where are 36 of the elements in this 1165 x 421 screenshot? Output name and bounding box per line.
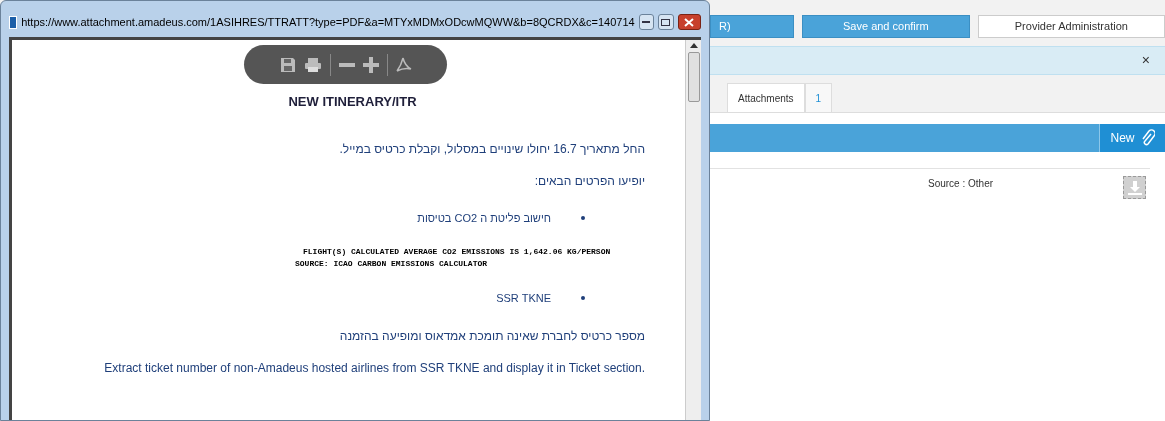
maximize-button[interactable] (658, 14, 674, 30)
window-title: https://www.attachment.amadeus.com/1ASIHRES/TTRATT?type=PDF&a=MTYxMDMxODcwMQWW&b=8QCRDX&c=140714 (21, 14, 635, 30)
bullet-item: SSR TKNE (496, 291, 551, 306)
bullet-item: חישוב פליטת ה CO2 בטיסות (417, 210, 551, 226)
document-paragraph: יופיעו הפרטים הבאים: (534, 173, 645, 188)
tab[interactable]: Attachments (727, 83, 805, 112)
paperclip-icon (1140, 129, 1155, 147)
scrollbar[interactable] (685, 40, 701, 420)
close-button[interactable] (677, 14, 701, 30)
close-icon (684, 17, 695, 27)
document-paragraph: Extract ticket number of non-Amadeus hosted airlines from SSR TKNE and display it in Ticket section. (104, 359, 645, 377)
emissions-line: FLIGHT(S) CALCULATED AVERAGE CO2 EMISSIONS IS 1,642.06 KG/PERSON (303, 247, 611, 256)
zoom-in-icon[interactable] (362, 56, 379, 73)
minimize-button[interactable] (638, 14, 655, 30)
toolbar-button[interactable]: Save and confirm (801, 15, 970, 38)
new-button[interactable]: New (1099, 124, 1165, 152)
browser-icon (9, 15, 18, 29)
close-button[interactable]: × (1141, 50, 1150, 71)
toolbar-button[interactable]: R) (710, 15, 794, 38)
minimize-icon (642, 21, 651, 23)
document-title: NEW ITINERARY/ITR (288, 93, 417, 111)
save-icon[interactable] (279, 56, 296, 73)
download-button[interactable] (1123, 176, 1147, 199)
bullet-icon (581, 215, 585, 220)
tab[interactable]: 1 (804, 83, 833, 112)
bullet-icon (581, 296, 585, 301)
zoom-out-icon[interactable] (338, 62, 355, 67)
document-paragraph: מספר כרטיס לחברת שאינה תומכת אמדאוס ומופיעה בהזמנה (339, 328, 645, 343)
maximize-icon (661, 18, 671, 26)
scroll-thumb[interactable] (687, 52, 700, 102)
download-icon (1127, 180, 1142, 195)
toolbar-button[interactable]: Provider Administration (977, 15, 1165, 38)
print-icon[interactable] (303, 56, 322, 73)
document-paragraph: החל מתאריך 16.7 יחולו שינויים במסלול, וקבלת כרטיס במייל. (339, 141, 645, 156)
emissions-line: SOURCE: ICAO CARBON EMISSIONS CALCULATOR (295, 259, 488, 268)
source-text: Source : Other (928, 177, 994, 191)
